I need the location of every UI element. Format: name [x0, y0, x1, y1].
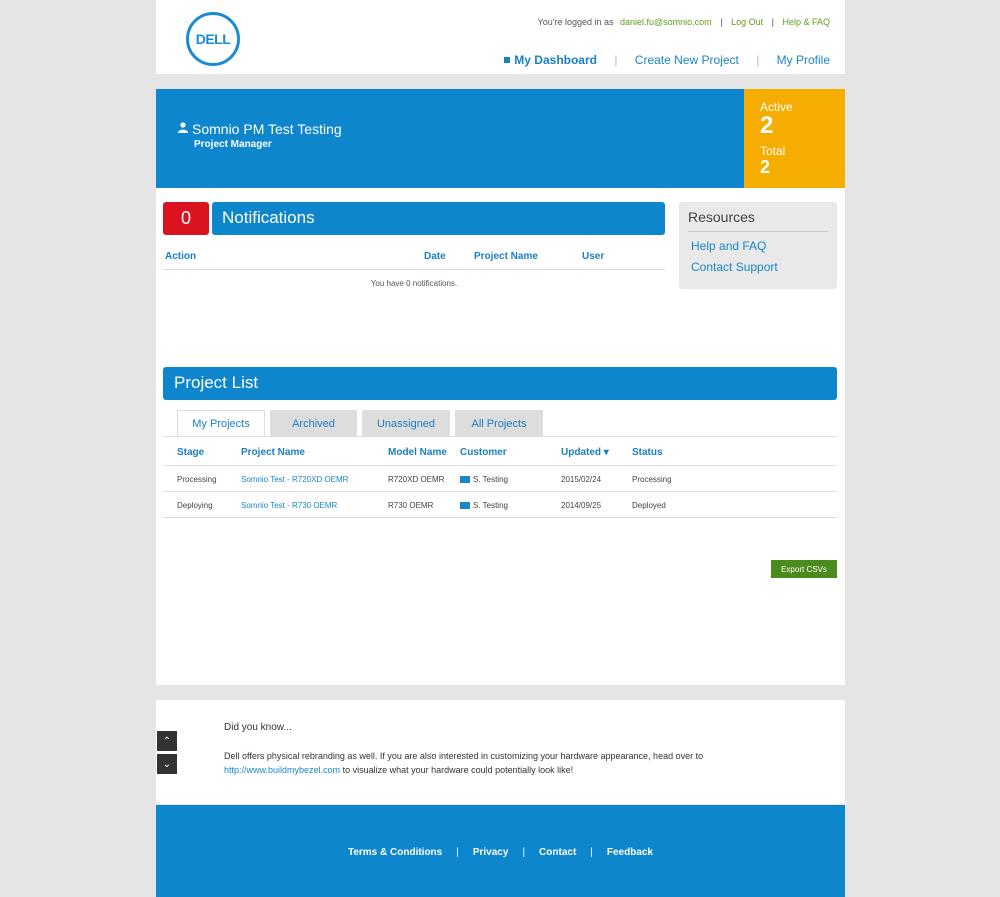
- resources-title: Resources: [688, 209, 828, 232]
- row-stage: Processing: [177, 475, 217, 484]
- column-project-name[interactable]: Project Name: [241, 447, 305, 458]
- footer-links: Terms & Conditions | Privacy | Contact | Feedb…: [347, 847, 654, 858]
- user-email-link[interactable]: daniel.fu@somnio.com: [620, 17, 712, 27]
- project-table: Stage Project Name Model Name Customer U…: [163, 436, 837, 518]
- page: DELL You're logged in as daniel.fu@somni…: [156, 0, 845, 897]
- row-customer: S. Testing: [460, 501, 508, 510]
- did-you-know-text: Dell offers physical rebranding as well.…: [224, 751, 704, 775]
- column-project-name[interactable]: Project Name: [474, 251, 538, 262]
- table-header: Stage Project Name Model Name Customer U…: [163, 436, 837, 466]
- nav-my-profile[interactable]: My Profile: [777, 53, 830, 67]
- logged-in-label: You're logged in as: [537, 17, 614, 27]
- project-list-heading: Project List: [163, 367, 837, 400]
- column-action[interactable]: Action: [165, 251, 196, 262]
- main-nav: My Dashboard | Create New Project | My P…: [504, 53, 830, 67]
- envelope-icon[interactable]: [460, 502, 470, 509]
- footer-feedback-link[interactable]: Feedback: [607, 847, 653, 858]
- table-row[interactable]: Deploying Somnio Test - R730 OEMR R730 O…: [163, 492, 837, 518]
- row-project-name-link[interactable]: Somnio Test - R720XD OEMR: [241, 475, 348, 484]
- row-model-name: R720XD OEMR: [388, 475, 445, 484]
- tab-my-projects[interactable]: My Projects: [177, 410, 265, 438]
- help-faq-link[interactable]: Help & FAQ: [782, 17, 830, 27]
- column-model-name[interactable]: Model Name: [388, 447, 447, 458]
- chevron-down-icon[interactable]: ⌄: [157, 754, 177, 774]
- contact-support-link[interactable]: Contact Support: [691, 260, 828, 274]
- tab-archived[interactable]: Archived: [270, 410, 357, 437]
- row-model-name: R730 OEMR: [388, 501, 434, 510]
- total-count: 2: [760, 157, 771, 177]
- column-stage[interactable]: Stage: [177, 447, 204, 458]
- user-bar: You're logged in as daniel.fu@somnio.com…: [537, 17, 830, 27]
- row-project-name-link[interactable]: Somnio Test - R730 OEMR: [241, 501, 337, 510]
- row-updated: 2014/09/25: [561, 501, 602, 510]
- tab-all-projects[interactable]: All Projects: [455, 410, 543, 437]
- row-status: Processing: [632, 475, 672, 484]
- table-row[interactable]: Processing Somnio Test - R720XD OEMR R72…: [163, 466, 837, 492]
- nav-my-dashboard[interactable]: My Dashboard: [504, 53, 597, 67]
- user-info: Somnio PM Test Testing Project Manager: [178, 120, 342, 150]
- row-status: Deployed: [632, 501, 666, 510]
- nav-create-new-project[interactable]: Create New Project: [635, 53, 739, 67]
- column-user[interactable]: User: [582, 251, 604, 262]
- footer: Terms & Conditions | Privacy | Contact | Feedb…: [156, 805, 845, 897]
- active-count: 2: [760, 112, 774, 139]
- chevron-up-icon[interactable]: ⌃: [157, 731, 177, 751]
- header: DELL You're logged in as daniel.fu@somni…: [156, 0, 845, 74]
- row-customer: S. Testing: [460, 475, 508, 484]
- row-stage: Deploying: [177, 501, 213, 510]
- did-you-know-title: Did you know...: [224, 722, 292, 733]
- column-status[interactable]: Status: [632, 447, 663, 458]
- user-banner: Somnio PM Test Testing Project Manager: [156, 89, 845, 188]
- user-name: Somnio PM Test Testing: [192, 121, 342, 137]
- tab-unassigned[interactable]: Unassigned: [362, 410, 450, 437]
- logout-link[interactable]: Log Out: [731, 17, 763, 27]
- notifications-table-header: Action Date Project Name User: [163, 248, 665, 270]
- envelope-icon[interactable]: [460, 476, 470, 483]
- notification-count-badge: 0: [163, 202, 209, 235]
- user-role: Project Manager: [194, 139, 272, 150]
- buildmybezel-link[interactable]: http://www.buildmybezel.com: [224, 765, 340, 775]
- notifications-heading: Notifications: [212, 202, 665, 235]
- user-icon: [178, 120, 188, 136]
- row-updated: 2015/02/24: [561, 475, 602, 484]
- total-label: Total: [760, 144, 786, 158]
- dashboard-content: 0 Notifications Action Date Project Name…: [156, 188, 845, 685]
- project-stats: Active 2 Total 2: [744, 89, 845, 188]
- footer-contact-link[interactable]: Contact: [539, 847, 576, 858]
- column-updated[interactable]: Updated ▾: [561, 447, 609, 458]
- resources-panel: Resources Help and FAQ Contact Support: [679, 202, 837, 289]
- footer-terms-link[interactable]: Terms & Conditions: [348, 847, 442, 858]
- footer-privacy-link[interactable]: Privacy: [473, 847, 509, 858]
- column-date[interactable]: Date: [424, 251, 446, 262]
- dell-logo[interactable]: DELL: [186, 12, 240, 66]
- column-customer[interactable]: Customer: [460, 447, 507, 458]
- did-you-know-panel: ⌃ ⌄ Did you know... Dell offers physical…: [156, 700, 845, 804]
- notifications-empty-message: You have 0 notifications.: [370, 279, 458, 288]
- export-csvs-button[interactable]: Export CSVs: [771, 560, 837, 578]
- help-and-faq-link[interactable]: Help and FAQ: [691, 239, 828, 253]
